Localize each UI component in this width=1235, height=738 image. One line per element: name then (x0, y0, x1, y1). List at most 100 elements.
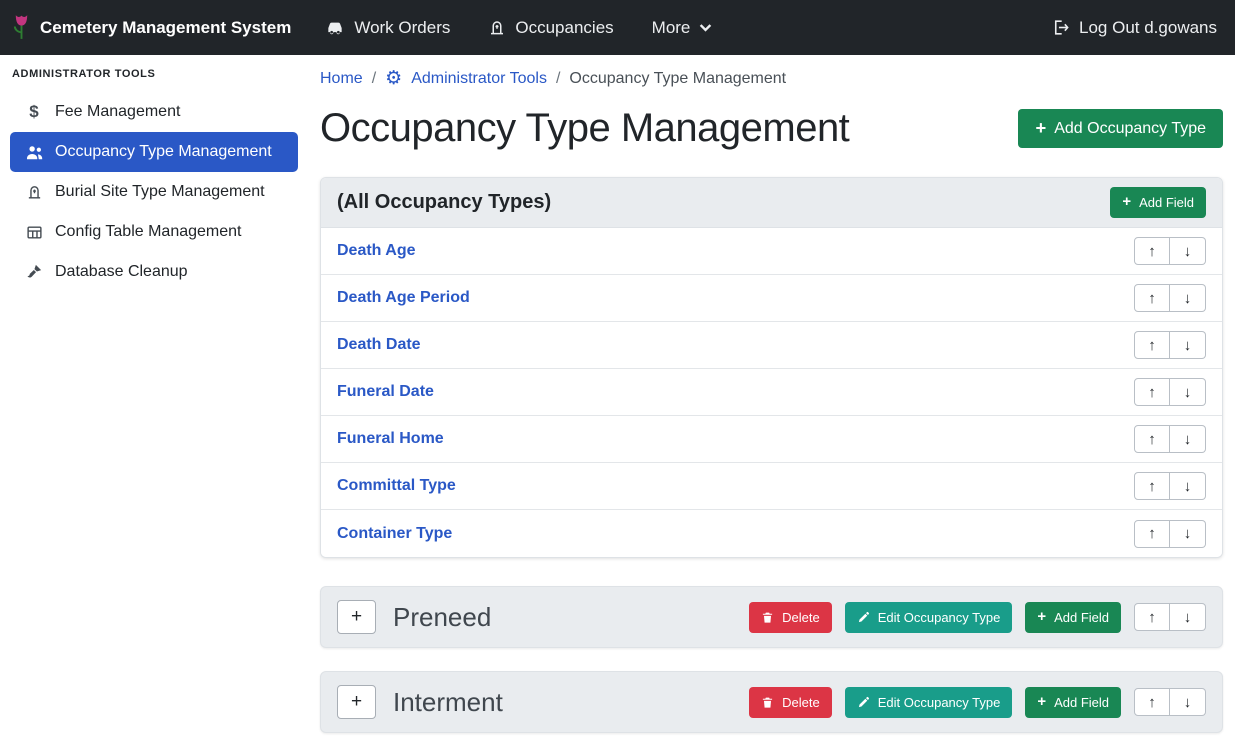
sidebar-item-label: Config Table Management (55, 223, 242, 241)
page-title: Occupancy Type Management (320, 106, 849, 151)
sidebar-item-fee-management[interactable]: $ Fee Management (10, 92, 298, 132)
move-down-button[interactable]: ↓ (1170, 378, 1206, 406)
move-up-button[interactable]: ↑ (1134, 237, 1170, 265)
main-nav: Work Orders Occupancies More (325, 18, 712, 38)
plus-icon: + (351, 691, 362, 713)
section-actions: Delete Edit Occupancy Type + Add Field ↑… (749, 687, 1206, 718)
tulip-logo-icon (12, 14, 31, 41)
arrow-up-icon: ↑ (1148, 478, 1156, 495)
field-row: Death Age Period ↑ ↓ (321, 275, 1222, 322)
add-occupancy-type-label: Add Occupancy Type (1054, 120, 1206, 138)
arrow-down-icon: ↓ (1184, 337, 1192, 354)
car-icon (325, 18, 345, 38)
sidebar-item-label: Fee Management (55, 103, 180, 121)
occupancy-type-section-preneed: + Preneed Delete Edit Occupancy Type + (320, 586, 1223, 648)
arrow-down-icon: ↓ (1184, 384, 1192, 401)
chevron-down-icon (699, 21, 712, 34)
field-link[interactable]: Committal Type (337, 477, 456, 495)
trash-icon (761, 611, 774, 624)
reorder-buttons: ↑ ↓ (1134, 378, 1206, 406)
move-down-button[interactable]: ↓ (1170, 237, 1206, 265)
expand-button[interactable]: + (337, 685, 376, 719)
nav-work-orders-label: Work Orders (354, 18, 450, 38)
plus-icon: + (1035, 119, 1046, 137)
nav-occupancies[interactable]: Occupancies (488, 18, 613, 38)
arrow-up-icon: ↑ (1148, 609, 1156, 626)
field-row: Committal Type ↑ ↓ (321, 463, 1222, 510)
arrow-down-icon: ↓ (1184, 290, 1192, 307)
pencil-icon (857, 696, 870, 709)
move-down-button[interactable]: ↓ (1170, 472, 1206, 500)
breadcrumb-separator: / (556, 70, 560, 88)
move-up-button[interactable]: ↑ (1134, 378, 1170, 406)
arrow-up-icon: ↑ (1148, 243, 1156, 260)
move-up-button[interactable]: ↑ (1134, 331, 1170, 359)
breadcrumb-admin-tools[interactable]: Administrator Tools (411, 70, 547, 88)
move-up-button[interactable]: ↑ (1134, 425, 1170, 453)
sidebar: Administrator Tools $ Fee Management Occ… (0, 55, 308, 738)
field-link[interactable]: Container Type (337, 525, 452, 543)
tombstone-icon (24, 184, 44, 201)
field-row: Death Date ↑ ↓ (321, 322, 1222, 369)
field-row: Funeral Date ↑ ↓ (321, 369, 1222, 416)
field-link[interactable]: Funeral Date (337, 383, 434, 401)
add-field-button[interactable]: + Add Field (1025, 687, 1121, 718)
move-down-button[interactable]: ↓ (1170, 520, 1206, 548)
delete-button[interactable]: Delete (749, 687, 832, 718)
reorder-buttons: ↑ ↓ (1134, 425, 1206, 453)
field-link[interactable]: Death Age (337, 242, 416, 260)
breadcrumb-home[interactable]: Home (320, 70, 363, 88)
sidebar-item-config-table-management[interactable]: Config Table Management (10, 212, 298, 252)
delete-button[interactable]: Delete (749, 602, 832, 633)
logout-label: Log Out d.gowans (1079, 18, 1217, 38)
field-link[interactable]: Death Age Period (337, 289, 470, 307)
all-occupancy-types-header: (All Occupancy Types) + Add Field (321, 178, 1222, 228)
move-up-button[interactable]: ↑ (1134, 603, 1170, 631)
gear-icon: ⚙ (385, 69, 402, 88)
sidebar-item-label: Database Cleanup (55, 263, 188, 281)
tombstone-icon (488, 19, 506, 37)
nav-more[interactable]: More (652, 18, 713, 38)
expand-button[interactable]: + (337, 600, 376, 634)
edit-occupancy-type-button[interactable]: Edit Occupancy Type (845, 602, 1013, 633)
add-field-button[interactable]: + Add Field (1110, 187, 1206, 218)
occupancy-type-title: Interment (393, 687, 503, 718)
field-link[interactable]: Death Date (337, 336, 421, 354)
move-down-button[interactable]: ↓ (1170, 284, 1206, 312)
field-row: Container Type ↑ ↓ (321, 510, 1222, 557)
move-down-button[interactable]: ↓ (1170, 331, 1206, 359)
sidebar-item-database-cleanup[interactable]: Database Cleanup (10, 252, 298, 292)
all-occupancy-types-card: (All Occupancy Types) + Add Field Death … (320, 177, 1223, 558)
add-occupancy-type-button[interactable]: + Add Occupancy Type (1018, 109, 1223, 147)
reorder-buttons: ↑ ↓ (1134, 520, 1206, 548)
app-brand[interactable]: Cemetery Management System (12, 14, 291, 41)
move-up-button[interactable]: ↑ (1134, 284, 1170, 312)
add-field-button[interactable]: + Add Field (1025, 602, 1121, 633)
move-up-button[interactable]: ↑ (1134, 688, 1170, 716)
move-up-button[interactable]: ↑ (1134, 472, 1170, 500)
field-link[interactable]: Funeral Home (337, 430, 444, 448)
all-occupancy-types-title: (All Occupancy Types) (337, 191, 551, 214)
plus-icon: + (351, 606, 362, 628)
move-down-button[interactable]: ↓ (1170, 603, 1206, 631)
move-down-button[interactable]: ↓ (1170, 425, 1206, 453)
delete-label: Delete (782, 695, 820, 710)
pencil-icon (857, 611, 870, 624)
arrow-down-icon: ↓ (1184, 431, 1192, 448)
move-down-button[interactable]: ↓ (1170, 688, 1206, 716)
arrow-up-icon: ↑ (1148, 525, 1156, 542)
sidebar-item-occupancy-type-management[interactable]: Occupancy Type Management (10, 132, 298, 172)
plus-icon: + (1122, 195, 1131, 210)
sidebar-item-burial-site-type-management[interactable]: Burial Site Type Management (10, 172, 298, 212)
edit-occupancy-type-label: Edit Occupancy Type (878, 610, 1001, 625)
nav-work-orders[interactable]: Work Orders (325, 18, 450, 38)
logout-link[interactable]: Log Out d.gowans (1051, 18, 1217, 38)
sidebar-item-label: Occupancy Type Management (55, 143, 272, 161)
arrow-down-icon: ↓ (1184, 243, 1192, 260)
edit-occupancy-type-label: Edit Occupancy Type (878, 695, 1001, 710)
users-icon (24, 144, 44, 161)
edit-occupancy-type-button[interactable]: Edit Occupancy Type (845, 687, 1013, 718)
arrow-up-icon: ↑ (1148, 337, 1156, 354)
move-up-button[interactable]: ↑ (1134, 520, 1170, 548)
arrow-down-icon: ↓ (1184, 609, 1192, 626)
